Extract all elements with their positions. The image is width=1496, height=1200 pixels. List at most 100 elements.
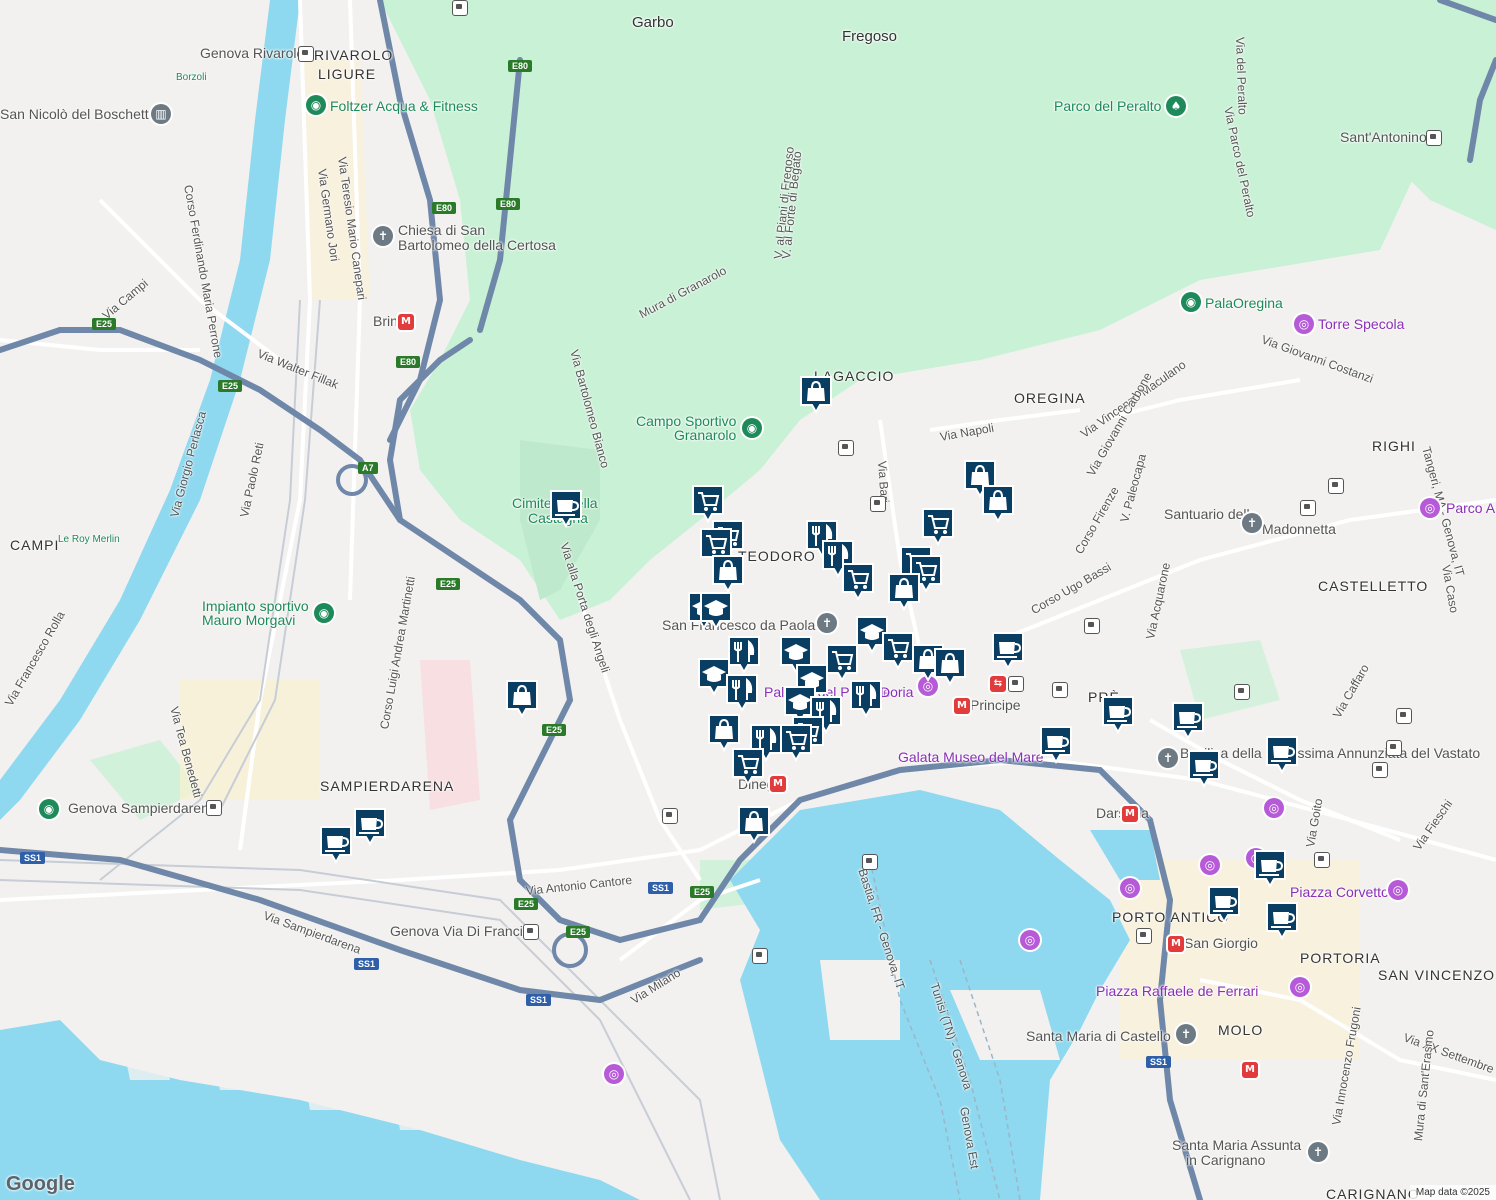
attraction-poi-icon[interactable]: ◎ — [1290, 977, 1310, 997]
shopping-bag-pin-icon[interactable] — [981, 484, 1015, 526]
cafe-pin-icon[interactable] — [549, 489, 583, 531]
shopping-cart-pin-icon[interactable] — [921, 507, 955, 549]
cafe-pin-icon[interactable] — [1207, 885, 1241, 927]
map-label[interactable]: Genova Rivarolo — [200, 45, 304, 61]
bus-stop-icon[interactable] — [1426, 130, 1442, 146]
metro-station-icon[interactable]: M — [1168, 936, 1184, 952]
shopping-cart-pin-icon[interactable] — [779, 723, 813, 765]
shopping-bag-pin-icon[interactable] — [505, 679, 539, 721]
map-label[interactable]: Galata Museo del Mare — [898, 749, 1044, 765]
map-label[interactable]: Piazza Raffaele de Ferrari — [1096, 983, 1258, 999]
map-label[interactable]: Fregoso — [842, 28, 897, 45]
attraction-poi-icon[interactable]: ◎ — [1388, 880, 1408, 900]
map-label[interactable]: Foltzer Acqua & Fitness — [330, 98, 478, 114]
church-poi-icon[interactable]: ✝ — [1308, 1142, 1328, 1162]
shopping-bag-pin-icon[interactable] — [799, 375, 833, 417]
cafe-pin-icon[interactable] — [319, 825, 353, 867]
cafe-pin-icon[interactable] — [1101, 695, 1135, 737]
museum-poi-icon[interactable]: ◎ — [1200, 855, 1220, 875]
church-poi-icon[interactable]: ✝ — [373, 226, 393, 246]
bus-stop-icon[interactable] — [1136, 928, 1152, 944]
church-poi-icon[interactable]: ✝ — [1242, 513, 1262, 533]
map-label[interactable]: Mauro Morgavi — [202, 612, 295, 628]
map-label[interactable]: Genova Via Di Francia — [390, 923, 531, 939]
fitness-poi-icon[interactable]: ◉ — [306, 95, 326, 115]
map-label[interactable]: San Giorgio — [1184, 935, 1258, 951]
bus-stop-icon[interactable] — [838, 440, 854, 456]
metro-station-icon[interactable]: M — [770, 776, 786, 792]
map-label[interactable]: Parco del Peralto — [1054, 98, 1161, 114]
bus-stop-icon[interactable] — [1372, 762, 1388, 778]
train-station-icon[interactable] — [298, 46, 314, 62]
attraction-poi-icon[interactable]: ◎ — [1294, 314, 1314, 334]
bus-stop-icon[interactable] — [1314, 852, 1330, 868]
shopping-bag-pin-icon[interactable] — [737, 805, 771, 847]
stadium-poi-icon[interactable]: ◉ — [39, 799, 59, 819]
map-label[interactable]: Santa Maria Assunta — [1172, 1137, 1301, 1153]
map-label[interactable]: Basilica della Santissima Annunziata del… — [1180, 745, 1480, 761]
ferry-terminal-icon[interactable] — [862, 854, 878, 870]
sports-poi-icon[interactable]: ◉ — [742, 418, 762, 438]
train-station-icon[interactable] — [206, 800, 222, 816]
bus-stop-icon[interactable] — [1396, 708, 1412, 724]
cafe-pin-icon[interactable] — [1171, 701, 1205, 743]
train-station-icon[interactable]: ⇆ — [990, 676, 1006, 692]
school-pin-icon[interactable] — [699, 591, 733, 633]
church-poi-icon[interactable]: ✝ — [1176, 1024, 1196, 1044]
map-label[interactable]: Garbo — [632, 14, 674, 31]
cafe-pin-icon[interactable] — [1265, 901, 1299, 943]
map-label[interactable]: San Nicolò del Boschetto — [0, 106, 156, 122]
map-label[interactable]: Sant'Antonino — [1340, 129, 1427, 145]
map-label[interactable]: Santa Maria di Castello — [1026, 1028, 1171, 1044]
map-label[interactable]: Chiesa di San — [398, 222, 485, 238]
bus-stop-icon[interactable] — [1300, 500, 1316, 516]
map-label[interactable]: PalaOregina — [1205, 295, 1283, 311]
sports-poi-icon[interactable]: ◉ — [1181, 292, 1201, 312]
map-label[interactable]: Parco A — [1446, 500, 1495, 516]
park-poi-icon[interactable]: ♠ — [1166, 96, 1186, 116]
aquarium-poi-icon[interactable]: ◎ — [1120, 878, 1140, 898]
bus-stop-icon[interactable] — [1052, 682, 1068, 698]
bus-stop-icon[interactable] — [1008, 676, 1024, 692]
park-attraction-poi-icon[interactable]: ◎ — [1420, 498, 1440, 518]
bus-stop-icon[interactable] — [1386, 740, 1402, 756]
shopping-cart-pin-icon[interactable] — [841, 562, 875, 604]
metro-station-icon[interactable]: M — [1122, 806, 1138, 822]
restaurant-pin-icon[interactable] — [727, 635, 761, 677]
museum-poi-icon[interactable]: ◎ — [1264, 798, 1284, 818]
cafe-pin-icon[interactable] — [1253, 849, 1287, 891]
shopping-bag-pin-icon[interactable] — [933, 647, 967, 689]
metro-station-icon[interactable]: M — [1242, 1062, 1258, 1078]
map-label[interactable]: Genova Sampierdarena — [68, 800, 217, 816]
map-label[interactable]: in Carignano — [1186, 1152, 1265, 1168]
train-station-icon[interactable] — [523, 924, 539, 940]
map-label[interactable]: Madonnetta — [1262, 521, 1336, 537]
cafe-pin-icon[interactable] — [1187, 749, 1221, 791]
bus-stop-icon[interactable] — [1328, 478, 1344, 494]
map-label[interactable]: Bartolomeo della Certosa — [398, 237, 556, 253]
shopping-bag-pin-icon[interactable] — [711, 554, 745, 596]
map-label[interactable]: San Francesco da Paola — [662, 617, 815, 633]
landmark-poi-icon[interactable]: ▥ — [151, 104, 171, 124]
bus-stop-icon[interactable] — [870, 496, 886, 512]
bus-stop-icon[interactable] — [662, 808, 678, 824]
shopping-cart-pin-icon[interactable] — [731, 747, 765, 789]
map-label[interactable]: Torre Specola — [1318, 316, 1404, 332]
museum-poi-icon[interactable]: ◎ — [1020, 930, 1040, 950]
cafe-pin-icon[interactable] — [991, 631, 1025, 673]
bus-stop-icon[interactable] — [1234, 684, 1250, 700]
map-label[interactable]: Brin — [373, 313, 398, 329]
shopping-bag-pin-icon[interactable] — [887, 572, 921, 614]
metro-station-icon[interactable]: M — [398, 314, 414, 330]
sports-poi-icon[interactable]: ◉ — [314, 603, 334, 623]
map-label[interactable]: Piazza Corvetto — [1290, 884, 1389, 900]
map-label[interactable]: Doria — [880, 684, 913, 700]
metro-station-icon[interactable]: M — [954, 698, 970, 714]
attraction-poi-icon[interactable]: ◎ — [604, 1064, 624, 1084]
bus-stop-icon[interactable] — [452, 0, 468, 16]
cafe-pin-icon[interactable] — [1265, 735, 1299, 777]
cafe-pin-icon[interactable] — [1039, 725, 1073, 767]
map-canvas[interactable]: Garbo Fregoso RIVAROLO LIGURE Genova Rivarol… — [0, 0, 1496, 1200]
bus-stop-icon[interactable] — [1084, 618, 1100, 634]
church-poi-icon[interactable]: ✝ — [1158, 748, 1178, 768]
